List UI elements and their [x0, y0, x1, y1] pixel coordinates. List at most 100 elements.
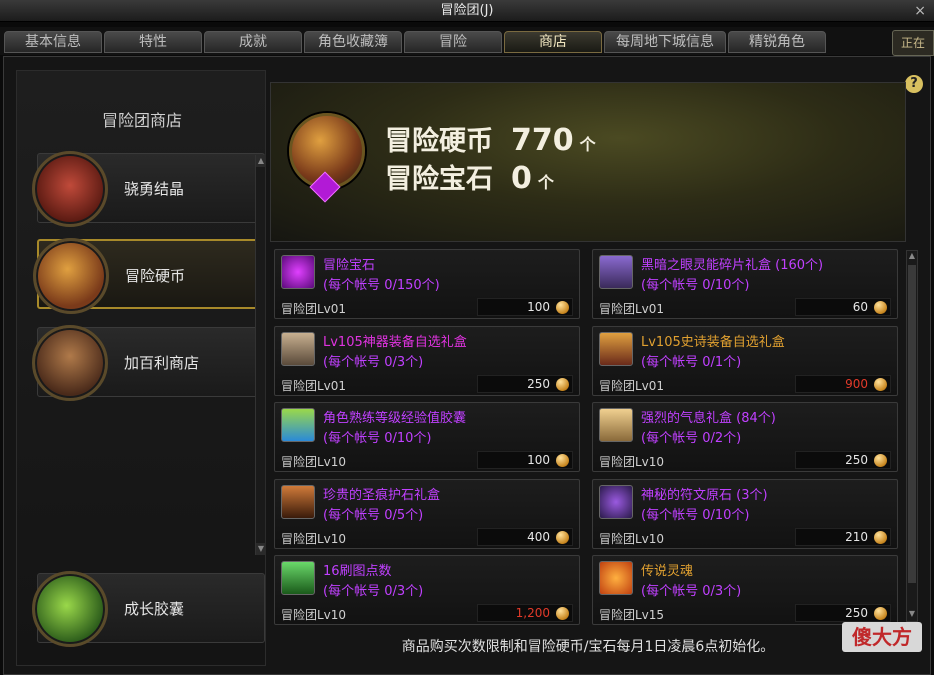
coin-balance: 冒险硬币 770 个 — [385, 119, 596, 158]
merchant-icon — [32, 325, 108, 401]
tab-adventure[interactable]: 冒险 — [404, 31, 502, 53]
item-name: Lv105神器装备自选礼盒 — [323, 334, 467, 350]
item-price: 100 — [527, 453, 550, 467]
item-price-box: 250 — [795, 451, 891, 469]
shop-item[interactable]: 珍贵的圣痕护石礼盒 (每个帐号 0/5个) 冒险团Lv10 400 — [274, 478, 580, 549]
epic-box-icon — [599, 331, 633, 366]
item-purchase-limit: (每个帐号 0/3个) — [641, 584, 742, 599]
item-required-level: 冒险团Lv01 — [599, 378, 665, 393]
item-price: 250 — [845, 453, 868, 467]
category-adventure-coin[interactable]: 冒险硬币 — [33, 238, 265, 314]
item-name: 黑暗之眼灵能碎片礼盒 (160个) — [641, 258, 824, 273]
item-purchase-limit: (每个帐号 0/5个) — [323, 507, 424, 523]
shop-item[interactable]: 冒险宝石 (每个帐号 0/150个) 冒险团Lv01 100 — [274, 249, 580, 319]
item-required-level: 冒险团Lv10 — [281, 531, 347, 546]
scroll-up-icon[interactable]: ▲ — [256, 155, 266, 167]
reset-note: 商品购买次数限制和冒险硬币/宝石每月1日凌晨6点初始化。 — [401, 639, 775, 655]
corner-badge: 正在 — [892, 30, 934, 56]
coin-icon — [556, 607, 569, 620]
item-price-box: 250 — [795, 604, 891, 622]
artifact-box-icon — [281, 331, 315, 366]
purple-gem-icon — [281, 255, 315, 289]
item-name: 角色熟练等级经验值胶囊 — [323, 411, 467, 426]
item-price-box: 60 — [795, 298, 891, 316]
item-price: 210 — [845, 529, 868, 544]
item-purchase-limit: (每个帐号 0/3个) — [323, 354, 424, 370]
category-gabriel-shop[interactable]: 加百利商店 — [32, 325, 265, 401]
item-price-box: 900 — [795, 374, 891, 393]
fist-icon — [32, 151, 108, 227]
item-price: 1,200 — [515, 606, 550, 620]
treasure-chest-icon — [33, 238, 109, 314]
shop-item[interactable]: 神秘的符文原石 (3个) (每个帐号 0/10个) 冒险团Lv10 210 — [592, 478, 898, 549]
tab-traits[interactable]: 特性 — [104, 31, 202, 53]
tab-weekly-dungeon[interactable]: 每周地下城信息 — [604, 31, 726, 53]
item-name: 强烈的气息礼盒 (84个) — [641, 411, 776, 426]
coin-icon — [874, 301, 887, 314]
exp-capsule-icon — [32, 571, 108, 647]
coin-value: 770 — [511, 123, 574, 158]
currency-panel: 冒险硬币 770 个 冒险宝石 0 个 — [270, 82, 906, 242]
item-required-level: 冒险团Lv01 — [281, 302, 347, 316]
item-purchase-limit: (每个帐号 0/10个) — [641, 507, 750, 523]
scroll-up-icon[interactable]: ▲ — [907, 251, 917, 263]
category-valor-crystal[interactable]: 骁勇结晶 — [32, 151, 265, 227]
shop-item[interactable]: 角色熟练等级经验值胶囊 (每个帐号 0/10个) 冒险团Lv10 100 — [274, 402, 580, 472]
item-scrollbar[interactable]: ▲ ▼ — [906, 250, 918, 622]
gem-icon — [309, 171, 341, 203]
coin-icon — [556, 301, 569, 314]
item-purchase-limit: (每个帐号 0/2个) — [641, 431, 742, 446]
shop-item[interactable]: Lv105神器装备自选礼盒 (每个帐号 0/3个) 冒险团Lv01 250 — [274, 325, 580, 396]
category-scrollbar[interactable]: ▲ ▼ — [255, 155, 266, 555]
coin-unit: 个 — [579, 135, 596, 154]
tab-shop[interactable]: 商店 — [504, 31, 602, 53]
item-name: 神秘的符文原石 (3个) — [641, 487, 768, 503]
stigma-box-icon — [281, 484, 315, 519]
item-required-level: 冒险团Lv01 — [599, 302, 665, 316]
shop-title: 冒险团商店 — [101, 111, 182, 130]
item-required-level: 冒险团Lv10 — [599, 455, 665, 469]
tab-bar: 基本信息 特性 成就 角色收藏簿 冒险 商店 每周地下城信息 精锐角色 — [0, 27, 934, 55]
gem-value: 0 — [511, 161, 532, 196]
item-price-box: 210 — [795, 527, 891, 546]
scroll-down-icon[interactable]: ▼ — [256, 543, 266, 555]
item-purchase-limit: (每个帐号 0/150个) — [323, 278, 440, 293]
coin-icon — [874, 377, 887, 391]
item-required-level: 冒险团Lv01 — [281, 378, 347, 393]
aura-box-icon — [599, 408, 633, 442]
item-name: 冒险宝石 — [323, 258, 376, 273]
category-growth-capsule[interactable]: 成长胶囊 — [32, 571, 265, 647]
shop-item[interactable]: 传说灵魂 (每个帐号 0/3个) 冒险团Lv15 250 — [592, 555, 898, 625]
category-label: 冒险硬币 — [125, 267, 186, 285]
item-required-level: 冒险团Lv15 — [599, 608, 665, 622]
tab-elite-characters[interactable]: 精锐角色 — [728, 31, 826, 53]
item-price: 250 — [845, 606, 868, 620]
coin-icon — [556, 377, 569, 391]
scroll-thumb[interactable] — [908, 265, 916, 583]
item-required-level: 冒险团Lv10 — [281, 608, 347, 622]
potion-bottle-icon — [281, 561, 315, 595]
coin-icon — [874, 530, 887, 544]
shop-item[interactable]: 黑暗之眼灵能碎片礼盒 (160个) (每个帐号 0/10个) 冒险团Lv01 6… — [592, 249, 898, 319]
item-name: Lv105史诗装备自选礼盒 — [641, 334, 785, 350]
shop-item[interactable]: 强烈的气息礼盒 (84个) (每个帐号 0/2个) 冒险团Lv10 250 — [592, 402, 898, 472]
scroll-down-icon[interactable]: ▼ — [907, 609, 917, 621]
shop-item[interactable]: 16刷图点数 (每个帐号 0/3个) 冒险团Lv10 1,200 — [274, 555, 580, 625]
category-label: 骁勇结晶 — [124, 180, 185, 198]
window-titlebar: 冒险团(J) × — [0, 0, 934, 22]
item-purchase-limit: (每个帐号 0/10个) — [641, 278, 750, 293]
shop-item[interactable]: Lv105史诗装备自选礼盒 (每个帐号 0/1个) 冒险团Lv01 900 — [592, 325, 898, 396]
gem-unit: 个 — [537, 173, 554, 192]
tab-basic-info[interactable]: 基本信息 — [4, 31, 102, 53]
watermark-logo: 傻大方 — [842, 622, 922, 652]
item-price-box: 100 — [477, 298, 573, 316]
tab-achievements[interactable]: 成就 — [204, 31, 302, 53]
help-icon[interactable]: ? — [905, 75, 923, 93]
dark-eye-box-icon — [599, 255, 633, 289]
item-price: 100 — [527, 300, 550, 314]
tab-character-collection[interactable]: 角色收藏簿 — [304, 31, 402, 53]
window-title: 冒险团(J) — [440, 3, 494, 18]
rune-stone-icon — [599, 484, 633, 519]
coin-icon — [874, 454, 887, 467]
close-icon[interactable]: × — [914, 0, 926, 22]
